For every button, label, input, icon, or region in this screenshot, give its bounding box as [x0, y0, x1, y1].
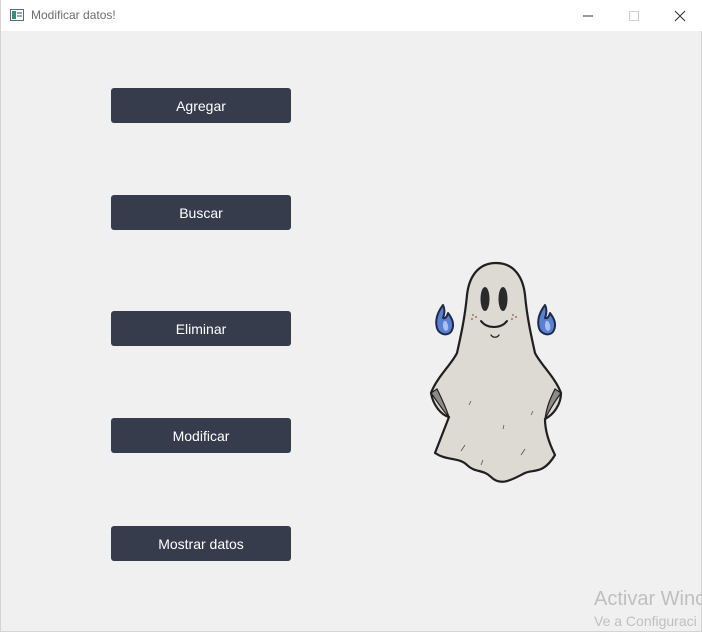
- agregar-button[interactable]: Agregar: [111, 88, 291, 123]
- modificar-button[interactable]: Modificar: [111, 418, 291, 453]
- maximize-icon: [629, 10, 639, 21]
- eliminar-button[interactable]: Eliminar: [111, 311, 291, 346]
- app-window: Modificar datos! Agregar Buscar Eliminar…: [0, 0, 702, 632]
- activation-watermark-subtitle: Ve a Configuraci: [594, 613, 697, 629]
- mostrar-datos-button[interactable]: Mostrar datos: [111, 526, 291, 561]
- close-icon: [674, 10, 686, 21]
- blue-flame-left-icon: [435, 304, 455, 336]
- minimize-icon: [583, 15, 593, 16]
- buscar-button[interactable]: Buscar: [111, 195, 291, 230]
- ghost-illustration: [429, 261, 563, 483]
- title-bar[interactable]: Modificar datos!: [1, 0, 702, 31]
- maximize-button[interactable]: [611, 0, 657, 31]
- window-title: Modificar datos!: [31, 8, 116, 22]
- activation-watermark-title: Activar Winc: [594, 588, 702, 610]
- blue-flame-right-icon: [537, 304, 557, 336]
- close-button[interactable]: [657, 0, 702, 31]
- minimize-button[interactable]: [565, 0, 611, 31]
- app-window-icon: [10, 9, 24, 21]
